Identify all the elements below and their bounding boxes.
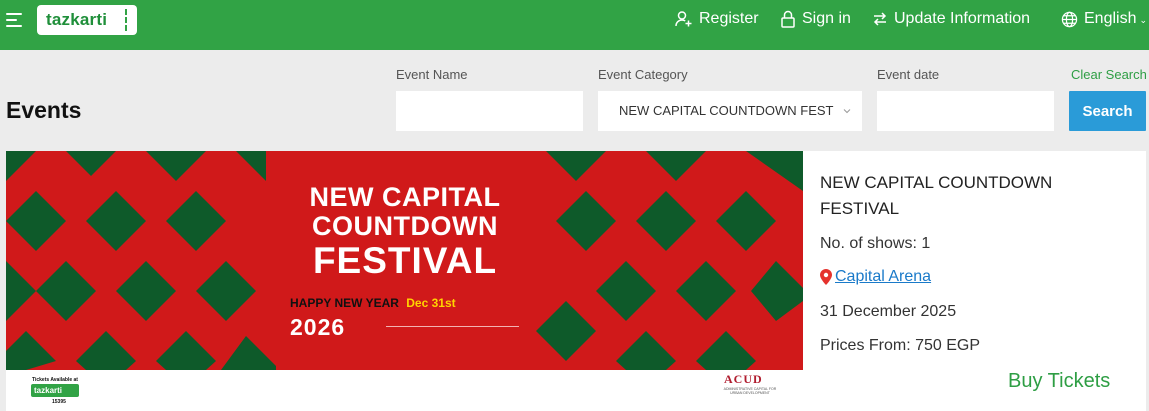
poster-year: 2026 [290, 314, 346, 340]
event-date-label: Event date [877, 67, 940, 82]
acud-logo: ACUD [724, 372, 763, 386]
update-information-link[interactable]: Update Information [872, 0, 1030, 38]
venue-name[interactable]: Capital Arena [835, 268, 931, 286]
register-label: Register [699, 10, 759, 27]
register-link[interactable]: Register [675, 0, 759, 38]
poster-divider [386, 326, 519, 327]
logo-ticket-perforation [125, 9, 127, 31]
event-category-value: NEW CAPITAL COUNTDOWN FEST [619, 103, 834, 118]
event-prices: Prices From: 750 EGP [820, 337, 981, 354]
poster-happy-text: HAPPY NEW YEAR [290, 296, 399, 310]
event-date: 31 December 2025 [820, 303, 957, 320]
logo-text: tazkarti [46, 10, 108, 29]
tazkarti-logo[interactable]: tazkarti [37, 5, 137, 35]
lock-icon [781, 10, 795, 28]
event-card: NEW CAPITAL COUNTDOWN FESTIVAL HAPPY NEW… [6, 151, 1146, 411]
poster-title: NEW CAPITAL COUNTDOWN FESTIVAL [289, 182, 521, 281]
event-name-label: Event Name [396, 67, 468, 82]
tickets-available-text: Tickets Available at [32, 377, 78, 383]
hotline-number: 15395 [52, 399, 66, 405]
poster-title-line3: FESTIVAL [312, 240, 498, 281]
add-user-icon [675, 11, 692, 27]
map-pin-icon [820, 269, 832, 285]
clear-search-link[interactable]: Clear Search [1071, 67, 1147, 82]
language-selector[interactable]: English ⌄ [1061, 0, 1147, 38]
page-title: Events [6, 97, 82, 123]
update-information-label: Update Information [894, 10, 1031, 27]
globe-icon [1061, 11, 1078, 27]
chevron-down-icon: ⌄ [1139, 14, 1148, 25]
poster-title-line1: NEW CAPITAL [309, 182, 501, 212]
poster-happy-new-year: HAPPY NEW YEAR Dec 31st [290, 296, 456, 310]
venue-link[interactable]: Capital Arena [820, 268, 931, 286]
sign-in-label: Sign in [802, 10, 851, 27]
buy-tickets-button[interactable]: Buy Tickets [1008, 370, 1110, 393]
number-of-shows: No. of shows: 1 [820, 235, 931, 252]
event-poster-image[interactable]: NEW CAPITAL COUNTDOWN FESTIVAL HAPPY NEW… [6, 151, 803, 370]
event-name-input[interactable] [396, 91, 583, 131]
exchange-arrows-icon [873, 12, 887, 26]
acud-subtitle: ADMINISTRATIVE CAPITAL FOR URBAN DEVELOP… [723, 387, 777, 396]
event-category-select[interactable]: NEW CAPITAL COUNTDOWN FEST [598, 91, 862, 131]
sign-in-link[interactable]: Sign in [780, 0, 851, 38]
event-date-input[interactable] [877, 91, 1054, 131]
top-navbar: tazkarti Register Sign in Update Informa… [0, 0, 1149, 50]
poster-title-line2: COUNTDOWN [312, 211, 498, 241]
language-label: English [1084, 10, 1137, 27]
poster-footer-strip: Tickets Available at tazkarti 15395 ACUD… [6, 370, 803, 411]
tazkarti-mini-logo: tazkarti [31, 384, 79, 397]
search-button[interactable]: Search [1069, 91, 1146, 131]
chevron-down-icon [843, 109, 851, 114]
hamburger-menu-icon[interactable] [6, 12, 24, 28]
event-category-label: Event Category [598, 67, 688, 82]
poster-date: Dec 31st [406, 296, 456, 310]
event-title: NEW CAPITAL COUNTDOWN FESTIVAL [820, 173, 1053, 218]
